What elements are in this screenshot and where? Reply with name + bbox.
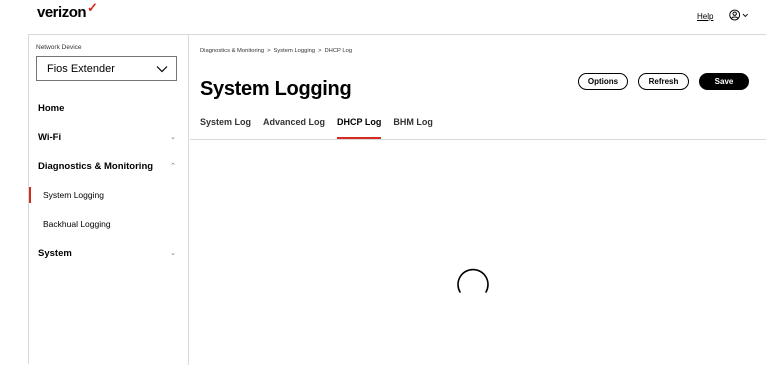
chevron-down-icon — [742, 13, 749, 18]
sidebar: Network Device Fios Extender Home Wi-Fi … — [29, 35, 189, 365]
main-panel: Diagnostics & Monitoring > System Logging >… — [190, 35, 766, 365]
breadcrumb: Diagnostics & Monitoring > System Logging >… — [200, 48, 352, 54]
tab-divider — [190, 139, 766, 140]
sidebar-item-diagnostics[interactable]: Diagnostics & Monitoring ⌃ — [29, 158, 188, 174]
verizon-logo[interactable]: verizon✓ — [37, 0, 98, 21]
breadcrumb-item[interactable]: Diagnostics & Monitoring — [200, 48, 264, 54]
sidebar-item-home[interactable]: Home — [29, 100, 188, 116]
chevron-down-icon — [156, 65, 168, 72]
tab-advanced-log[interactable]: Advanced Log — [263, 117, 325, 139]
tab-dhcp-log[interactable]: DHCP Log — [337, 117, 382, 139]
breadcrumb-item: DHCP Log — [324, 48, 353, 54]
network-device-select[interactable]: Fios Extender — [36, 56, 177, 81]
logo-text: verizon — [37, 4, 87, 21]
network-device-label: Network Device — [36, 44, 82, 51]
tab-system-log[interactable]: System Log — [200, 117, 251, 139]
content-frame: Network Device Fios Extender Home Wi-Fi … — [28, 34, 766, 365]
user-menu[interactable] — [729, 8, 749, 22]
sidebar-item-wifi[interactable]: Wi-Fi ⌄ — [29, 129, 188, 145]
loading-spinner-icon — [457, 268, 489, 293]
user-circle-icon — [729, 9, 741, 21]
sidebar-item-label: Wi-Fi — [38, 131, 62, 143]
chevron-down-icon: ⌄ — [170, 250, 176, 257]
sidebar-item-label: System Logging — [43, 190, 104, 200]
sidebar-item-label: Backhual Logging — [43, 219, 111, 229]
top-bar: verizon✓ Help — [0, 0, 766, 34]
device-select-value: Fios Extender — [47, 62, 115, 75]
breadcrumb-separator: > — [267, 48, 271, 54]
sidebar-item-system[interactable]: System ⌄ — [29, 245, 188, 261]
sidebar-item-label: Diagnostics & Monitoring — [38, 160, 154, 172]
chevron-up-icon: ⌃ — [170, 163, 176, 170]
log-tabs: System Log Advanced Log DHCP Log BHM Log — [200, 117, 445, 139]
sidebar-item-label: System — [38, 247, 72, 259]
chevron-down-icon: ⌄ — [170, 134, 176, 141]
help-link[interactable]: Help — [697, 12, 713, 21]
save-button[interactable]: Save — [699, 73, 749, 90]
sidebar-item-system-logging[interactable]: System Logging — [29, 187, 188, 203]
options-button[interactable]: Options — [578, 73, 628, 90]
logo-check-icon: ✓ — [87, 0, 98, 15]
sidebar-item-backhual-logging[interactable]: Backhual Logging — [29, 216, 188, 232]
sidebar-item-label: Home — [38, 102, 65, 114]
refresh-button[interactable]: Refresh — [638, 73, 689, 90]
breadcrumb-item[interactable]: System Logging — [274, 48, 316, 54]
tab-bhm-log[interactable]: BHM Log — [393, 117, 433, 139]
page-title: System Logging — [200, 78, 352, 100]
breadcrumb-separator: > — [318, 48, 322, 54]
